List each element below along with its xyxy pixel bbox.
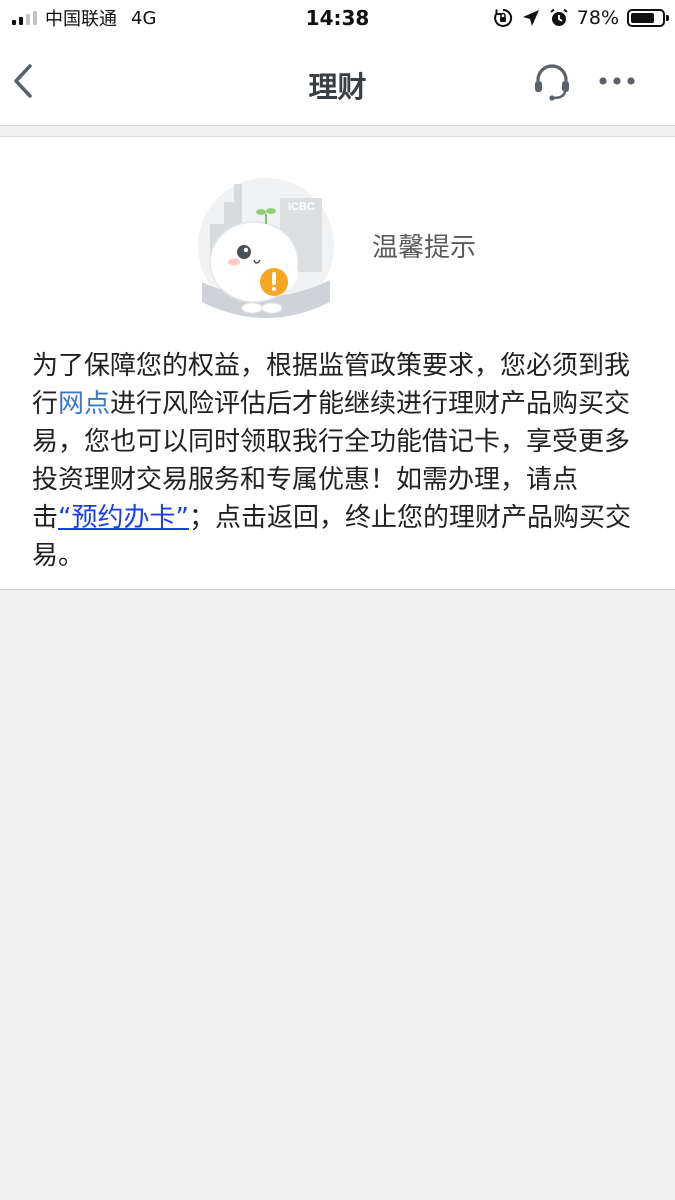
tip-title: 温馨提示 [372, 233, 477, 263]
more-icon[interactable] [596, 66, 638, 96]
orientation-lock-icon [493, 8, 512, 27]
alarm-icon [550, 8, 568, 26]
mascot-icon: ICBC [198, 178, 334, 318]
branch-link[interactable]: 网点 [58, 389, 110, 419]
battery-fill [631, 13, 655, 23]
status-right: 78% [493, 6, 669, 30]
battery-percent: 78% [576, 7, 619, 29]
status-bar: 中国联通 4G 14:38 78% [0, 0, 675, 36]
headset-icon[interactable] [531, 60, 573, 102]
appointment-card-link[interactable]: “预约办卡” [58, 503, 189, 533]
battery-icon [627, 9, 669, 27]
nav-bar: 理财 [0, 36, 675, 126]
page-title: 理财 [308, 70, 367, 104]
tip-card: ICBC 温馨提示 为了保障您的权益，根据监管政策要求，您必须到我行网点进行风险… [0, 136, 675, 590]
mascot-label: ICBC [288, 201, 315, 213]
tip-message: 为了保障您的权益，根据监管政策要求，您必须到我行网点进行风险评估后才能继续进行理… [32, 347, 638, 575]
location-icon [522, 10, 539, 26]
